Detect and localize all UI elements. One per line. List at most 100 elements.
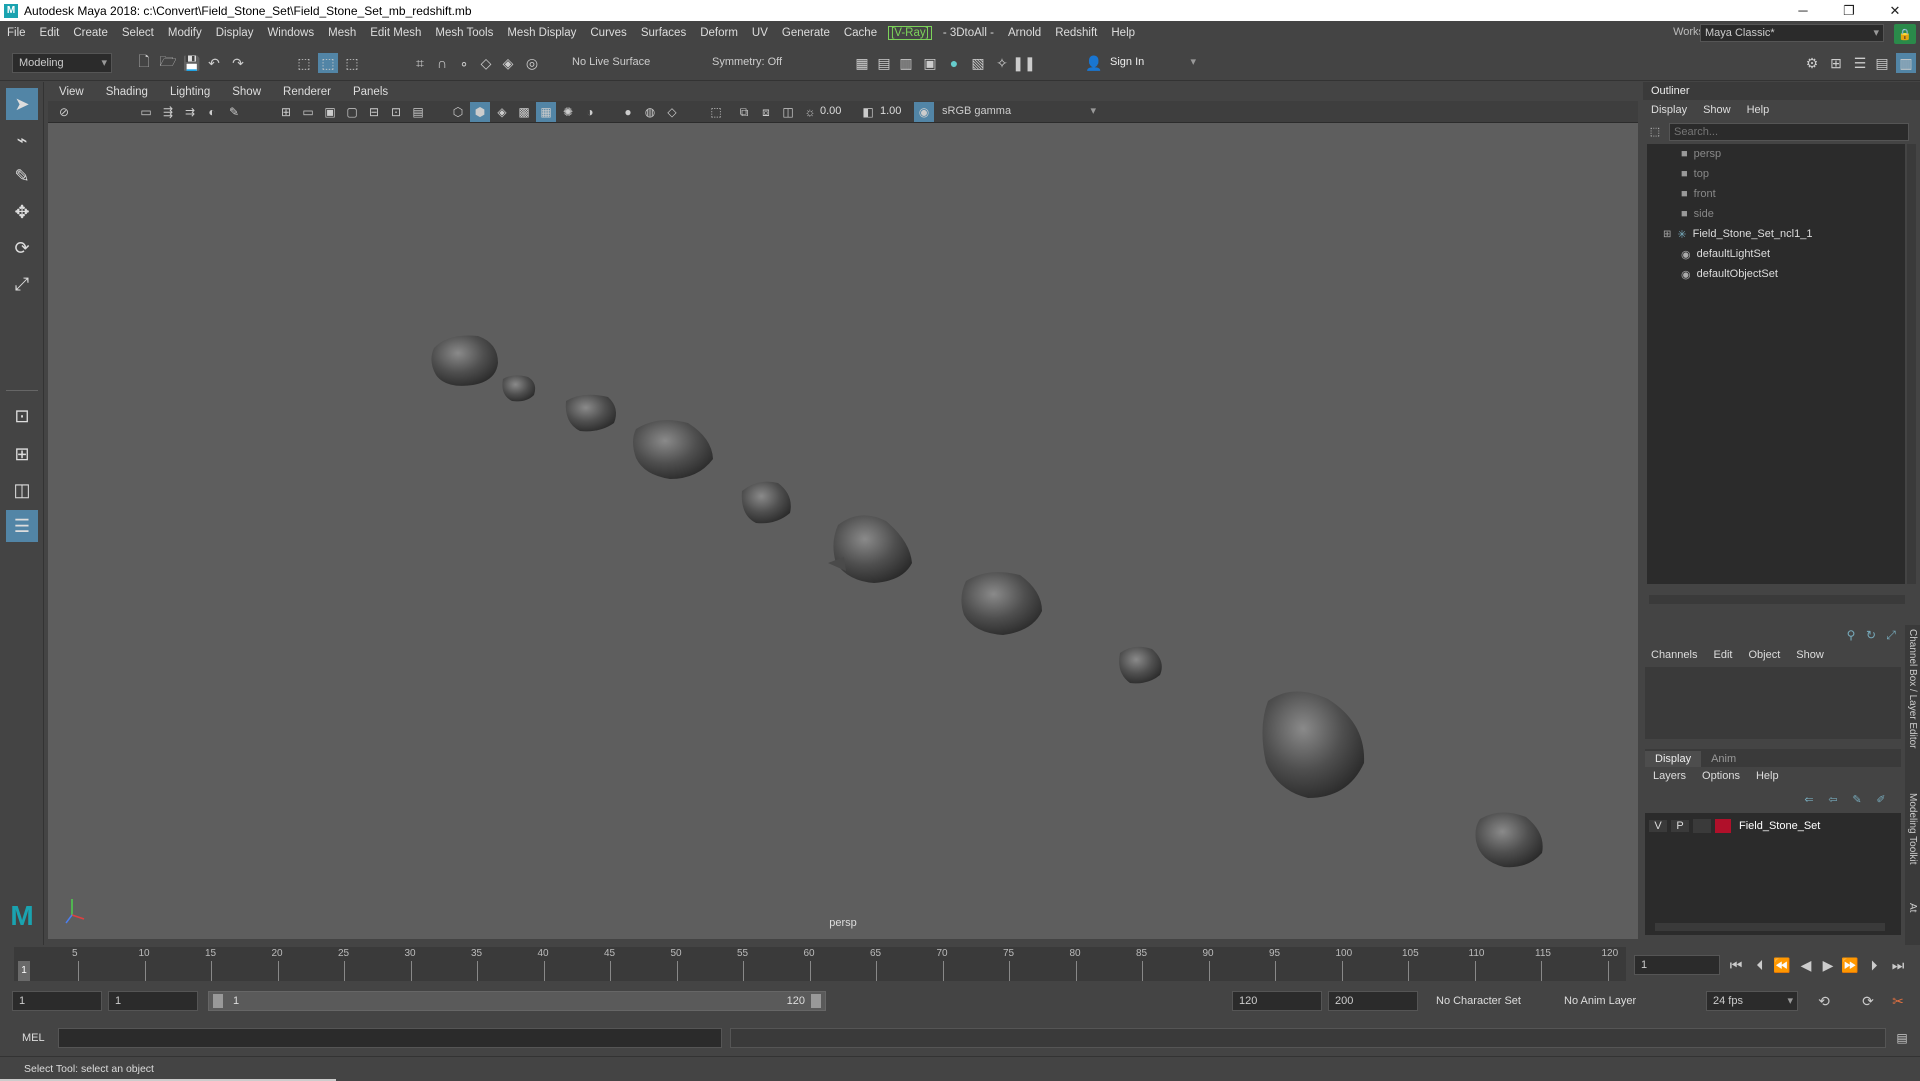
use-all-lights-icon[interactable]: ▦ <box>536 102 556 122</box>
play-forwards-icon[interactable]: ▶ <box>1818 955 1838 975</box>
layer-editor-toggle-icon[interactable]: ▥ <box>1896 53 1916 73</box>
current-frame-field[interactable]: 1 <box>1634 955 1720 975</box>
menu-generate[interactable]: Generate <box>775 27 837 39</box>
menu-edit-mesh[interactable]: Edit Mesh <box>363 27 428 39</box>
menu-mesh[interactable]: Mesh <box>321 27 363 39</box>
mel-input[interactable] <box>58 1028 722 1048</box>
image-plane-icon[interactable]: ⇉ <box>180 102 200 122</box>
menu-edit[interactable]: Edit <box>33 27 67 39</box>
menu-vray[interactable]: [V-Ray] <box>888 26 932 40</box>
layers-menu-layers[interactable]: Layers <box>1645 770 1694 782</box>
channels-menu-channels[interactable]: Channels <box>1643 649 1705 661</box>
move-tool-icon[interactable]: ✥ <box>6 196 38 228</box>
smooth-shade-icon[interactable]: ⬢ <box>470 102 490 122</box>
vp-menu-show[interactable]: Show <box>221 86 272 98</box>
render-current-frame-icon[interactable]: ▤ <box>874 53 894 73</box>
ipr-render-icon[interactable]: ▥ <box>896 53 916 73</box>
minimize-button[interactable]: ─ <box>1780 0 1826 21</box>
close-button[interactable]: ✕ <box>1872 0 1918 21</box>
open-scene-icon[interactable]: 🗁 <box>158 53 178 73</box>
channel-edit-icon[interactable]: ⤢ <box>1881 625 1901 645</box>
menu-select[interactable]: Select <box>115 27 161 39</box>
select-hierarchy-icon[interactable]: ⬚ <box>294 53 314 73</box>
render-setup-icon[interactable]: ▧ <box>968 53 988 73</box>
workspace-select[interactable]: Maya Classic* <box>1700 24 1884 42</box>
menu-redshift[interactable]: Redshift <box>1048 27 1104 39</box>
textured-icon[interactable]: ▩ <box>514 102 534 122</box>
script-editor-icon[interactable]: ▤ <box>1892 1028 1912 1048</box>
light-editor-icon[interactable]: ✧ <box>992 53 1012 73</box>
menu-help[interactable]: Help <box>1104 27 1142 39</box>
menu-mesh-display[interactable]: Mesh Display <box>500 27 583 39</box>
outliner-item-side[interactable]: ■ side <box>1681 204 1714 224</box>
render-settings-icon[interactable]: ▣ <box>920 53 940 73</box>
mel-label[interactable]: MEL <box>22 1032 45 1044</box>
safe-title-icon[interactable]: ▤ <box>408 102 428 122</box>
channel-sync-icon[interactable]: ↻ <box>1861 625 1881 645</box>
save-scene-icon[interactable]: 💾 <box>182 53 202 73</box>
hypershade-icon[interactable]: ● <box>944 53 964 73</box>
exposure-value[interactable]: 0.00 <box>820 105 841 117</box>
wireframe-on-shaded-icon[interactable]: ◈ <box>492 102 512 122</box>
2d-pan-zoom-icon[interactable]: ◐ <box>202 102 222 122</box>
redo-icon[interactable]: ↷ <box>228 53 248 73</box>
render-view-icon[interactable]: ▦ <box>852 53 872 73</box>
snap-point-icon[interactable]: ∘ <box>454 53 474 73</box>
outliner-item-default-object-set[interactable]: ◉ defaultObjectSet <box>1681 264 1778 284</box>
film-gate-icon[interactable]: ▭ <box>298 102 318 122</box>
lasso-tool-icon[interactable]: ⌁ <box>6 124 38 156</box>
menu-modify[interactable]: Modify <box>161 27 209 39</box>
new-scene-icon[interactable]: 🗋 <box>134 53 154 73</box>
layers-menu-help[interactable]: Help <box>1748 770 1787 782</box>
snap-view-icon[interactable]: ◇ <box>476 53 496 73</box>
menu-display[interactable]: Display <box>209 27 261 39</box>
playback-end-field[interactable]: 120 <box>1232 991 1322 1011</box>
symmetry-label[interactable]: Symmetry: Off <box>706 53 806 73</box>
vp-menu-panels[interactable]: Panels <box>342 86 399 98</box>
select-objects-icon[interactable]: ⬚ <box>318 53 338 73</box>
channels-menu-object[interactable]: Object <box>1740 649 1788 661</box>
select-components-icon[interactable]: ⬚ <box>342 53 362 73</box>
range-end-handle[interactable] <box>811 994 821 1008</box>
layer-type-toggle[interactable] <box>1693 819 1711 833</box>
color-space-select[interactable]: sRGB gamma <box>936 102 1100 122</box>
outliner-item-front[interactable]: ■ front <box>1681 184 1716 204</box>
menu-cache[interactable]: Cache <box>837 27 884 39</box>
xray-joints-icon[interactable]: ⧈ <box>756 102 776 122</box>
layer-visibility-toggle[interactable]: V <box>1649 820 1667 832</box>
multisample-aa-icon[interactable]: ◍ <box>640 102 660 122</box>
gamma-icon[interactable]: ◧ <box>858 102 878 122</box>
scale-tool-icon[interactable]: ⤢ <box>6 268 38 300</box>
pause-viewport-icon[interactable]: ❚❚ <box>1012 53 1035 73</box>
outliner-menu-show[interactable]: Show <box>1695 104 1739 116</box>
xray-components-icon[interactable]: ◫ <box>778 102 798 122</box>
persp-outliner-layout-icon[interactable]: ◫ <box>6 474 38 506</box>
auto-key-icon[interactable]: ⟳ <box>1858 991 1878 1011</box>
single-perspective-layout-icon[interactable]: ⊡ <box>6 400 38 432</box>
loop-icon[interactable]: ⟲ <box>1814 991 1834 1011</box>
menu-surfaces[interactable]: Surfaces <box>634 27 693 39</box>
expand-plus-icon[interactable]: ⊞ <box>1663 229 1671 240</box>
live-surface-label[interactable]: No Live Surface <box>566 53 662 73</box>
channel-key-icon[interactable]: ⚲ <box>1841 625 1861 645</box>
perspective-viewport[interactable]: persp <box>48 123 1638 939</box>
tab-display[interactable]: Display <box>1645 751 1702 767</box>
step-forward-key-icon[interactable]: ⏩ <box>1840 955 1860 975</box>
snap-curve-icon[interactable]: ∩ <box>432 53 452 73</box>
animation-start-field[interactable]: 1 <box>12 991 102 1011</box>
move-layer-down-icon[interactable]: ⇦ <box>1823 789 1843 809</box>
exposure-icon[interactable]: ☼ <box>800 102 820 122</box>
color-management-icon[interactable]: ◉ <box>914 102 934 122</box>
outliner-filter-icon[interactable]: ⬚ <box>1647 122 1663 140</box>
playback-start-field[interactable]: 1 <box>108 991 198 1011</box>
outliner-item-persp[interactable]: ■ persp <box>1681 144 1721 164</box>
menu-mesh-tools[interactable]: Mesh Tools <box>428 27 500 39</box>
menu-arnold[interactable]: Arnold <box>1001 27 1048 39</box>
menu-file[interactable]: File <box>0 27 33 39</box>
menu-curves[interactable]: Curves <box>583 27 633 39</box>
animation-end-field[interactable]: 200 <box>1328 991 1418 1011</box>
lock-icon[interactable]: 🔒 <box>1894 24 1916 44</box>
range-slider[interactable]: 1 120 <box>208 991 826 1011</box>
vp-menu-lighting[interactable]: Lighting <box>159 86 221 98</box>
side-tab-channel-box[interactable]: Channel Box / Layer Editor <box>1907 629 1918 749</box>
